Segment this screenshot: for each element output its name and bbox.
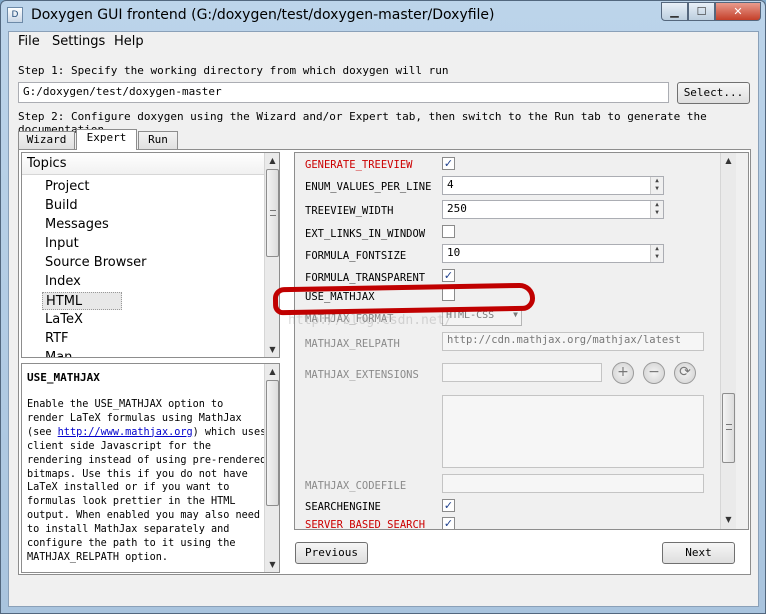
spin-buttons[interactable]: ▲ ▼ xyxy=(650,177,663,194)
generate-treeview-checkbox[interactable]: ✓ xyxy=(442,157,455,170)
topic-item-latex[interactable]: LaTeX xyxy=(42,311,264,329)
spin-down-icon[interactable]: ▼ xyxy=(651,253,663,261)
option-label-generate-treeview: GENERATE_TREEVIEW xyxy=(305,159,413,171)
help-body: Enable the USE_MATHJAX option to render … xyxy=(27,398,267,565)
doxygen-app-icon: D xyxy=(7,7,23,23)
option-label-treeview-width: TREEVIEW_WIDTH xyxy=(305,205,394,217)
watermark-text: http://blog.csdn.net/ xyxy=(288,313,453,328)
mathjax-link[interactable]: http://www.mathjax.org xyxy=(58,427,193,438)
maximize-button[interactable]: ☐ xyxy=(688,2,715,21)
scroll-down-arrow-icon[interactable]: ▼ xyxy=(265,557,279,572)
formula-transparent-checkbox[interactable]: ✓ xyxy=(442,269,455,282)
menu-file[interactable]: File xyxy=(18,34,40,49)
option-label-enum-values-per-line: ENUM_VALUES_PER_LINE xyxy=(305,181,432,193)
minimize-button[interactable]: ▁ xyxy=(661,2,688,21)
scroll-down-arrow-icon[interactable]: ▼ xyxy=(265,342,279,357)
tab-run[interactable]: Run xyxy=(138,131,178,149)
menu-bar: File Settings Help xyxy=(9,32,758,52)
menu-help[interactable]: Help xyxy=(114,34,144,49)
tab-wizard[interactable]: Wizard xyxy=(18,131,75,149)
option-label-searchengine: SEARCHENGINE xyxy=(305,501,381,513)
tab-expert[interactable]: Expert xyxy=(76,129,137,150)
topic-item-man[interactable]: Man xyxy=(42,349,264,357)
remove-icon[interactable]: − xyxy=(643,362,665,384)
topics-header: Topics xyxy=(22,153,279,175)
spinbox-value: 250 xyxy=(447,202,467,215)
treeview-width-spinbox[interactable]: 250 ▲ ▼ xyxy=(442,200,664,219)
scroll-thumb[interactable] xyxy=(266,380,279,506)
use-mathjax-checkbox[interactable] xyxy=(442,288,455,301)
option-label-mathjax-relpath: MATHJAX_RELPATH xyxy=(305,338,400,350)
spinbox-value: 10 xyxy=(447,246,461,259)
working-directory-input[interactable]: G:/doxygen/test/doxygen-master xyxy=(18,82,669,103)
mathjax-relpath-input[interactable]: http://cdn.mathjax.org/mathjax/latest xyxy=(442,332,704,351)
scroll-up-arrow-icon[interactable]: ▲ xyxy=(265,364,279,379)
spin-up-icon[interactable]: ▲ xyxy=(651,201,663,209)
scroll-thumb[interactable] xyxy=(266,169,279,257)
scroll-down-arrow-icon[interactable]: ▼ xyxy=(721,512,736,527)
spin-up-icon[interactable]: ▲ xyxy=(651,245,663,253)
expert-options-panel: GENERATE_TREEVIEW ✓ ENUM_VALUES_PER_LINE… xyxy=(294,152,749,530)
server-based-search-checkbox[interactable]: ✓ xyxy=(442,517,455,529)
option-label-use-mathjax: USE_MATHJAX xyxy=(305,291,375,303)
spinbox-value: 4 xyxy=(447,178,454,191)
menu-settings[interactable]: Settings xyxy=(52,34,105,49)
topic-item-input[interactable]: Input xyxy=(42,235,264,253)
option-label-formula-fontsize: FORMULA_FONTSIZE xyxy=(305,250,407,262)
topic-item-build[interactable]: Build xyxy=(42,197,264,215)
refresh-icon[interactable]: ⟳ xyxy=(674,362,696,384)
spin-down-icon[interactable]: ▼ xyxy=(651,209,663,217)
step1-label: Step 1: Specify the working directory fr… xyxy=(18,64,449,77)
help-title: USE_MATHJAX xyxy=(27,371,100,384)
next-button[interactable]: Next xyxy=(662,542,735,564)
title-bar[interactable]: D Doxygen GUI frontend (G:/doxygen/test/… xyxy=(1,1,765,31)
option-label-formula-transparent: FORMULA_TRANSPARENT xyxy=(305,272,426,284)
spin-up-icon[interactable]: ▲ xyxy=(651,177,663,185)
topics-list: Topics Project Build Messages Input Sour… xyxy=(21,152,280,358)
spin-buttons[interactable]: ▲ ▼ xyxy=(650,201,663,218)
option-label-mathjax-codefile: MATHJAX_CODEFILE xyxy=(305,480,407,492)
enum-values-per-line-spinbox[interactable]: 4 ▲ ▼ xyxy=(442,176,664,195)
formula-fontsize-spinbox[interactable]: 10 ▲ ▼ xyxy=(442,244,664,263)
topics-scrollbar[interactable]: ▲ ▼ xyxy=(264,153,279,357)
help-text-pane: USE_MATHJAX Enable the USE_MATHJAX optio… xyxy=(21,363,280,573)
window-title: Doxygen GUI frontend (G:/doxygen/test/do… xyxy=(31,7,495,23)
topic-item-messages[interactable]: Messages xyxy=(42,216,264,234)
option-label-ext-links-in-window: EXT_LINKS_IN_WINDOW xyxy=(305,228,426,240)
expert-tab-pane: Topics Project Build Messages Input Sour… xyxy=(18,149,751,575)
previous-button[interactable]: Previous xyxy=(295,542,368,564)
help-line: Enable the USE_MATHJAX option to xyxy=(27,399,224,410)
mathjax-extensions-input[interactable] xyxy=(442,363,602,382)
topic-item-rtf[interactable]: RTF xyxy=(42,330,264,348)
mathjax-format-select[interactable]: HTML-CSS ▼ xyxy=(442,308,522,326)
spin-buttons[interactable]: ▲ ▼ xyxy=(650,245,663,262)
help-rest: client side Javascript for the rendering… xyxy=(27,440,267,563)
topic-item-project[interactable]: Project xyxy=(42,178,264,196)
topic-item-source-browser[interactable]: Source Browser xyxy=(42,254,264,272)
scroll-thumb[interactable] xyxy=(722,393,735,463)
scroll-up-arrow-icon[interactable]: ▲ xyxy=(265,153,279,168)
spin-down-icon[interactable]: ▼ xyxy=(651,185,663,193)
scroll-up-arrow-icon[interactable]: ▲ xyxy=(721,153,736,168)
topic-item-html[interactable]: HTML xyxy=(42,292,122,310)
help-line: (see xyxy=(27,426,58,438)
chevron-down-icon: ▼ xyxy=(513,310,518,319)
searchengine-checkbox[interactable]: ✓ xyxy=(442,499,455,512)
select-directory-button[interactable]: Select... xyxy=(677,82,750,104)
select-value: HTML-CSS xyxy=(446,310,495,321)
mathjax-codefile-input[interactable] xyxy=(442,474,704,493)
ext-links-in-window-checkbox[interactable] xyxy=(442,225,455,238)
help-line: ) which uses xyxy=(192,426,267,438)
add-icon[interactable]: + xyxy=(612,362,634,384)
option-label-server-based-search: SERVER_BASED_SEARCH xyxy=(305,519,426,530)
help-line: render LaTeX formulas using MathJax xyxy=(27,412,242,424)
close-button[interactable]: ✕ xyxy=(715,2,761,21)
app-window: D Doxygen GUI frontend (G:/doxygen/test/… xyxy=(0,0,766,614)
topic-item-index[interactable]: Index xyxy=(42,273,264,291)
option-label-mathjax-extensions: MATHJAX_EXTENSIONS xyxy=(305,369,419,381)
mathjax-extensions-list[interactable] xyxy=(442,395,704,468)
options-scrollbar[interactable]: ▲ ▼ xyxy=(720,153,736,529)
help-scrollbar[interactable]: ▲ ▼ xyxy=(264,364,279,572)
window-controls: ▁ ☐ ✕ xyxy=(661,2,761,21)
